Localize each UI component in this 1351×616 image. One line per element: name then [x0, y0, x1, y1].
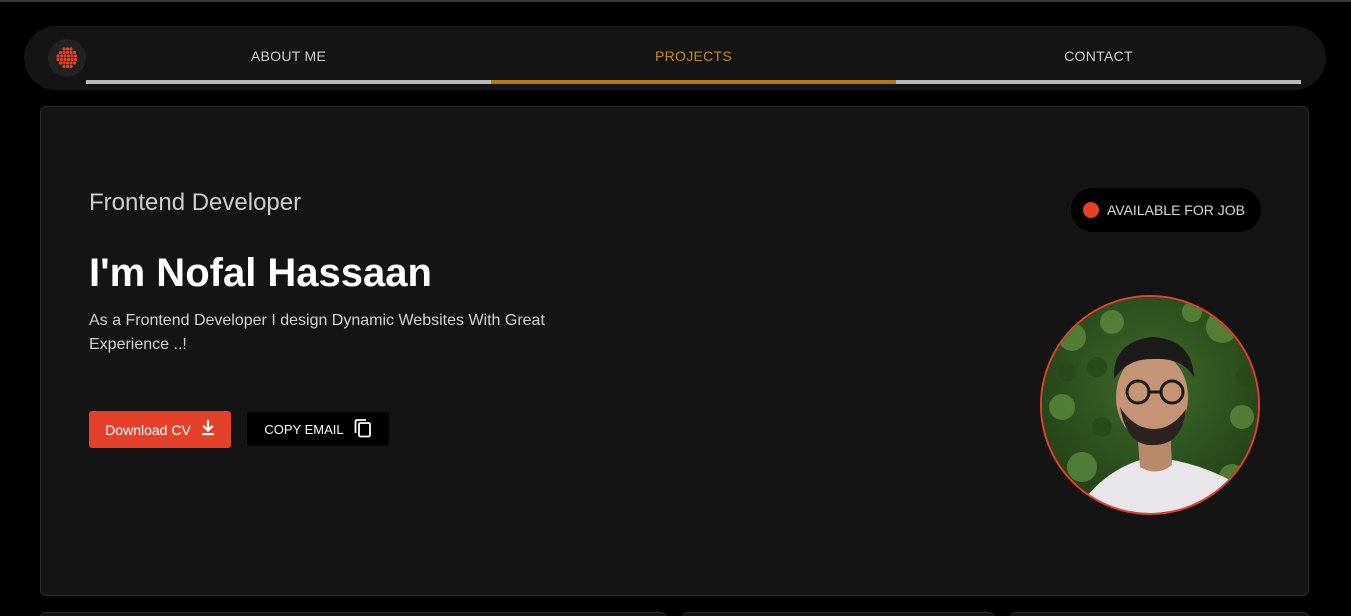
- hero-card: Frontend Developer I'm Nofal Hassaan As …: [40, 106, 1309, 596]
- hero-subtitle: Frontend Developer: [89, 189, 302, 216]
- availability-badge: AVAILABLE FOR JOB: [1071, 188, 1261, 232]
- tab-projects-label: PROJECTS: [654, 48, 733, 64]
- nav-tabs: ABOUT ME PROJECTS CONTACT: [86, 26, 1301, 84]
- tab-projects[interactable]: PROJECTS: [491, 26, 896, 84]
- tab-contact-label: CONTACT: [1064, 48, 1133, 64]
- hero-headline: I'm Nofal Hassaan: [89, 251, 432, 295]
- bottom-card-right: [1010, 612, 1309, 616]
- copy-email-label: COPY EMAIL: [264, 421, 344, 437]
- bottom-card-left: [40, 612, 666, 616]
- download-cv-label: Download CV: [105, 421, 191, 438]
- tab-about-me-label: ABOUT ME: [250, 48, 327, 64]
- download-cv-button[interactable]: Download CV: [89, 411, 231, 448]
- tab-contact[interactable]: CONTACT: [896, 26, 1301, 84]
- profile-avatar: [1040, 295, 1260, 515]
- copy-icon: [354, 418, 372, 441]
- hero-description: As a Frontend Developer I design Dynamic…: [89, 312, 545, 353]
- download-icon: [201, 419, 215, 439]
- bottom-card-middle: [682, 612, 994, 616]
- copy-email-button[interactable]: COPY EMAIL: [247, 412, 389, 446]
- availability-badge-label: AVAILABLE FOR JOB: [1107, 202, 1245, 218]
- tab-about-me[interactable]: ABOUT ME: [86, 26, 491, 84]
- dot-grid-logo-icon[interactable]: [48, 39, 86, 77]
- status-dot-icon: [1083, 202, 1099, 218]
- navbar: ABOUT ME PROJECTS CONTACT: [24, 26, 1326, 90]
